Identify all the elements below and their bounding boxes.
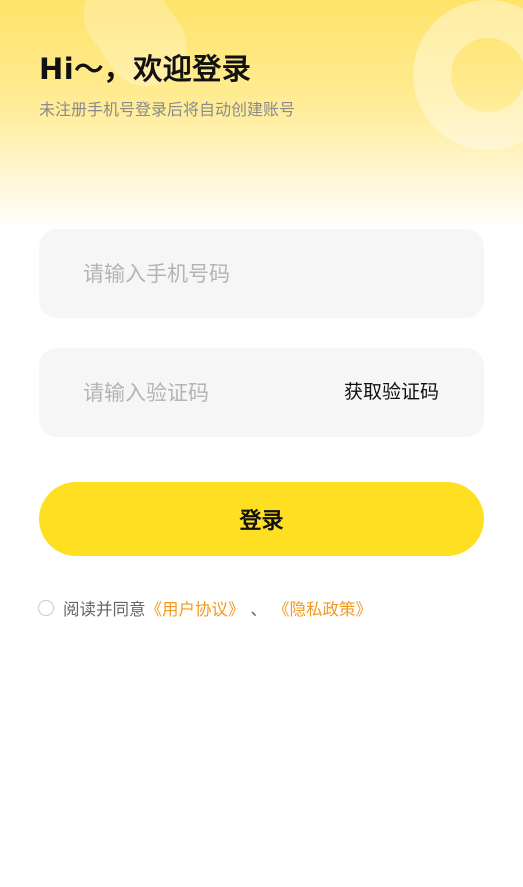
login-screen: Hi～，欢迎登录 未注册手机号登录后将自动创建账号 获取验证码 登录 阅读并同意… — [0, 0, 523, 887]
login-button[interactable]: 登录 — [39, 482, 484, 556]
code-field: 获取验证码 — [39, 348, 484, 437]
user-agreement-link[interactable]: 《用户协议》 — [146, 596, 245, 620]
agreement-separator: 、 — [250, 600, 268, 619]
agreement-checkbox[interactable] — [38, 600, 54, 616]
verification-code-input[interactable] — [83, 348, 343, 437]
page-subtitle: 未注册手机号登录后将自动创建账号 — [39, 100, 296, 119]
phone-input[interactable] — [83, 229, 343, 318]
get-code-button[interactable]: 获取验证码 — [344, 348, 439, 437]
agreement-prefix: 阅读并同意 — [63, 600, 146, 619]
page-title: Hi～，欢迎登录 — [39, 52, 252, 86]
agreement-row: 阅读并同意 《用户协议》 、 《隐私政策》 — [38, 596, 372, 620]
privacy-policy-link[interactable]: 《隐私政策》 — [273, 596, 372, 620]
phone-field — [39, 229, 484, 318]
decorative-ring — [413, 0, 523, 150]
